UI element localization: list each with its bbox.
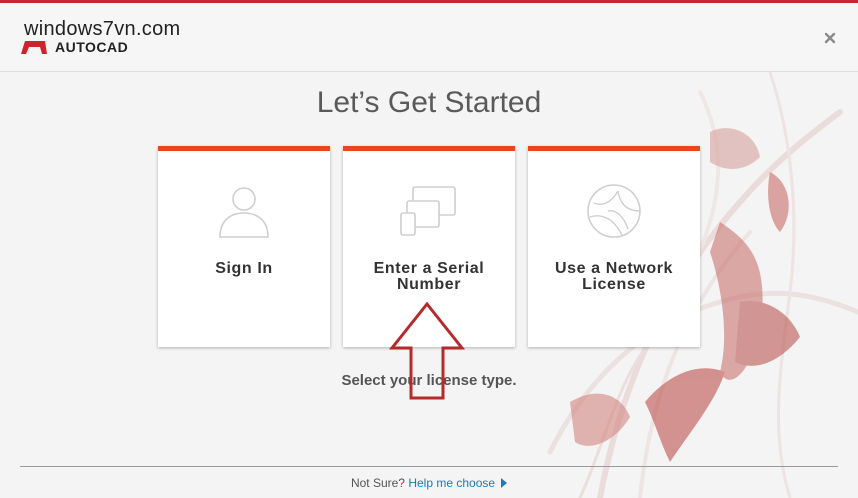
devices-icon	[400, 186, 456, 236]
card-label-line1: Sign In	[215, 260, 273, 277]
footer: Not Sure? Help me choose	[0, 476, 858, 490]
play-arrow-icon	[501, 478, 508, 488]
card-label: Sign In	[166, 261, 322, 277]
card-label-line2: License	[582, 276, 646, 293]
help-link-label: Help me choose	[408, 476, 496, 490]
globe-icon	[587, 184, 641, 238]
sign-in-card[interactable]: Sign In	[158, 146, 330, 347]
not-sure-text: Not Sure?	[350, 476, 405, 490]
card-label: Enter a Serial Number	[351, 261, 507, 293]
help-me-choose-link[interactable]: Help me choose	[408, 476, 508, 490]
card-label-line1: Enter a Serial	[373, 260, 485, 277]
card-label-line2: Number	[396, 276, 462, 293]
network-license-card[interactable]: Use a Network License	[528, 146, 700, 347]
annotation-arrow-icon	[388, 302, 466, 400]
watermark-text: windows7vn.com	[24, 18, 181, 40]
card-label: Use a Network License	[536, 261, 692, 293]
user-silhouette-icon	[219, 187, 269, 238]
footer-divider	[20, 466, 838, 467]
autocad-logo-icon	[21, 41, 47, 54]
close-icon[interactable]	[822, 30, 838, 46]
card-label-line1: Use a Network	[554, 260, 674, 277]
page-title: Let’s Get Started	[316, 86, 542, 119]
header: windows7vn.com AUTOCAD	[0, 3, 858, 72]
product-name: AUTOCAD	[55, 39, 129, 55]
